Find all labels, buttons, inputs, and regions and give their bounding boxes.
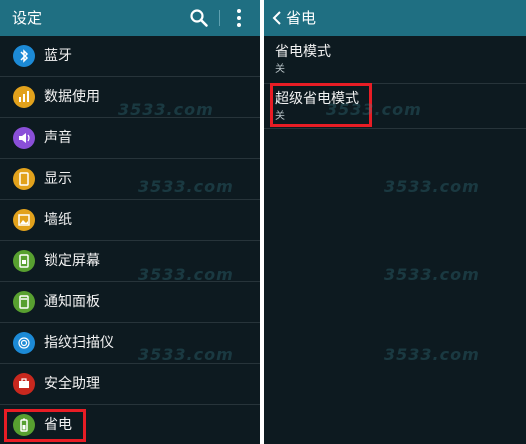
page-title: 设定 xyxy=(12,9,43,27)
settings-item-label: 声音 xyxy=(44,130,72,146)
safety-assistance-icon xyxy=(13,373,35,395)
highlight-box-power-saving xyxy=(4,409,86,442)
watermark-text: 3533.com xyxy=(384,265,480,284)
header-divider xyxy=(219,10,220,26)
settings-item-notification-panel[interactable]: 通知面板 xyxy=(0,282,260,323)
page-title: 省电 xyxy=(286,9,317,27)
notification-panel-icon xyxy=(13,291,35,313)
search-icon[interactable] xyxy=(189,8,209,28)
settings-item-label: 墙纸 xyxy=(44,212,72,228)
display-icon xyxy=(13,168,35,190)
watermark-text: 3533.com xyxy=(118,100,214,119)
fingerprint-icon xyxy=(13,332,35,354)
watermark-text: 3533.com xyxy=(138,265,234,284)
watermark-text: 3533.com xyxy=(384,177,480,196)
settings-item-wallpaper[interactable]: 墙纸 xyxy=(0,200,260,241)
power-saving-mode-title: 省电模式 xyxy=(275,44,331,60)
watermark-text: 3533.com xyxy=(326,100,422,119)
watermark-text: 3533.com xyxy=(384,345,480,364)
settings-item-safety-assistance[interactable]: 安全助理 xyxy=(0,364,260,405)
settings-item-label: 数据使用 xyxy=(44,89,100,105)
settings-item-bluetooth[interactable]: 蓝牙 xyxy=(0,36,260,77)
power-saving-header: 省电 xyxy=(264,0,526,36)
settings-item-label: 蓝牙 xyxy=(44,48,72,64)
settings-item-label: 安全助理 xyxy=(44,376,100,392)
settings-item-sound[interactable]: 声音 xyxy=(0,118,260,159)
power-saving-mode-status: 关 xyxy=(275,64,285,75)
settings-panel: 设定 蓝牙 数据使用 声音 显示 墙纸 锁定屏幕 通知面板 指纹扫描仪 安全助理… xyxy=(0,0,260,444)
settings-header: 设定 xyxy=(0,0,260,36)
power-saving-mode-item[interactable]: 省电模式 关 xyxy=(264,36,526,84)
settings-item-label: 指纹扫描仪 xyxy=(44,335,114,351)
bluetooth-icon xyxy=(13,45,35,67)
power-saving-panel: 省电 省电模式 关 超级省电模式 关 3533.com 3533.com 353… xyxy=(264,0,526,444)
settings-item-label: 锁定屏幕 xyxy=(44,253,100,269)
sound-icon xyxy=(13,127,35,149)
back-arrow-icon[interactable] xyxy=(268,8,288,28)
settings-item-label: 通知面板 xyxy=(44,294,100,310)
lock-screen-icon xyxy=(13,250,35,272)
wallpaper-icon xyxy=(13,209,35,231)
watermark-text: 3533.com xyxy=(138,177,234,196)
settings-item-label: 显示 xyxy=(44,171,72,187)
watermark-text: 3533.com xyxy=(138,345,234,364)
data-usage-icon xyxy=(13,86,35,108)
more-options-icon[interactable] xyxy=(229,8,249,28)
